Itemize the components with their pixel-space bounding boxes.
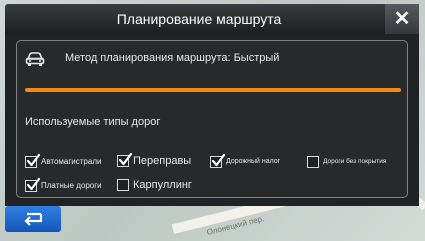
check-icon	[118, 152, 133, 166]
close-button[interactable]: ✕	[385, 4, 419, 34]
back-button[interactable]	[5, 206, 61, 232]
checkbox[interactable]	[117, 152, 133, 167]
car-icon	[25, 52, 45, 66]
checkbox[interactable]	[307, 156, 319, 168]
checkbox[interactable]	[117, 179, 129, 191]
dialog-footer	[5, 206, 419, 236]
check-icon	[211, 153, 226, 167]
road-option-label: Карпуллинг	[133, 179, 192, 191]
close-icon: ✕	[393, 8, 411, 30]
route-progress-fill	[25, 88, 401, 92]
road-option-label: Переправы	[133, 155, 192, 167]
window-title: Планирование маршрута	[116, 11, 282, 27]
route-method-label: Метод планирования маршрута: Быстрый	[65, 52, 280, 64]
back-arrow-icon	[24, 212, 43, 226]
checkbox[interactable]	[25, 177, 41, 192]
checkbox[interactable]	[25, 153, 41, 168]
road-types-heading: Используемые типы дорог	[25, 116, 161, 128]
title-bar: Планирование маршрута ✕	[5, 4, 419, 34]
settings-panel: Метод планирования маршрута: Быстрый Исп…	[16, 40, 408, 198]
checkbox[interactable]	[210, 153, 226, 168]
road-option-label: Автомагистрали	[41, 157, 102, 166]
route-progress-bar	[25, 88, 401, 92]
route-method-row[interactable]: Метод планирования маршрута: Быстрый	[25, 51, 395, 69]
route-planning-dialog: Метод планирования маршрута: Быстрый Исп…	[5, 34, 419, 206]
road-option-label: Дорожный налог	[226, 158, 281, 165]
road-option-label: Дороги без покрытия	[323, 158, 387, 165]
check-icon	[26, 153, 41, 167]
road-option-label: Платные дороги	[41, 181, 102, 190]
check-icon	[26, 177, 41, 191]
